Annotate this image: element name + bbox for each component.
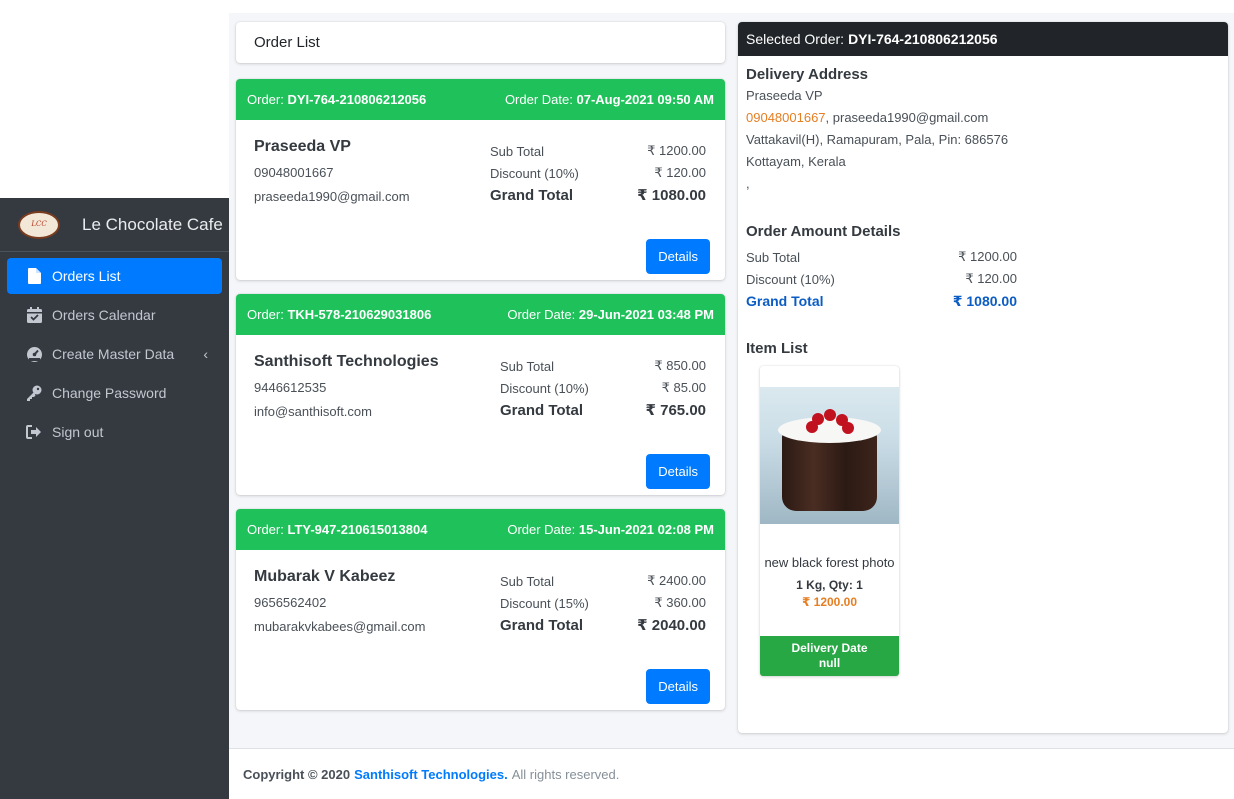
file-icon [25, 268, 43, 284]
item-price: ₹ 1200.00 [801, 595, 858, 609]
order-id: LTY-947-210615013804 [287, 522, 428, 537]
brand-logo: LCC [18, 210, 60, 239]
delivery-address-line1: Vattakavil(H), Ramapuram, Pala, Pin: 686… [746, 132, 1009, 147]
delivery-email: , praseeda1990@gmail.com [825, 110, 989, 125]
customer-name: Santhisoft Technologies [254, 353, 439, 370]
subtotal-row: Sub Total ₹ 2400.00 [500, 573, 706, 589]
order-date-line: Order Date: 07-Aug-2021 09:50 AM [504, 92, 714, 107]
order-date: 29-Jun-2021 03:48 PM [578, 307, 714, 322]
selected-order-header: Selected Order: DYI-764-210806212056 [738, 22, 1228, 56]
order-date: 15-Jun-2021 02:08 PM [578, 522, 714, 537]
order-date: 07-Aug-2021 09:50 AM [576, 92, 714, 107]
subtotal-row: Sub Total ₹ 850.00 [500, 358, 706, 374]
customer-phone: 9656562402 [254, 595, 327, 610]
rights-text: All rights reserved. [511, 766, 620, 782]
details-button[interactable]: Details [646, 669, 710, 704]
selected-order-body: Delivery Address Praseeda VP 09048001667… [738, 56, 1228, 367]
customer-email: mubarakvkabees@gmail.com [254, 619, 426, 634]
grand-total-row: Grand Total ₹ 1080.00 [746, 292, 1017, 310]
sidebar-item-create-master-data[interactable]: Create Master Data ‹ [7, 336, 222, 372]
copyright-text: Copyright © 2020 [243, 766, 351, 782]
order-card-body: Mubarak V Kabeez 9656562402 mubarakvkabe… [236, 550, 725, 710]
order-id: TKH-578-210629031806 [287, 307, 432, 322]
sidebar-item-label: Orders List [52, 268, 121, 284]
sidebar-item-orders-calendar[interactable]: Orders Calendar [7, 297, 222, 333]
sidebar-item-label: Change Password [52, 385, 167, 401]
order-amounts: Sub Total ₹ 850.00 Discount (10%) ₹ 85.00 … [500, 355, 706, 421]
discount-row: Discount (15%) ₹ 360.00 [500, 595, 706, 611]
grand-total-row: Grand Total ₹ 2040.00 [500, 616, 706, 635]
brand-link[interactable]: LCC Le Chocolate Cafe [0, 198, 229, 252]
order-amounts: Sub Total ₹ 1200.00 Discount (10%) ₹ 120.0… [490, 140, 706, 206]
item-quantity: 1 Kg, Qty: 1 [796, 578, 863, 592]
delivery-date-label: Delivery Date [791, 641, 868, 655]
delivery-phone-link[interactable]: 09048001667 [746, 110, 826, 125]
discount-row: Discount (10%) ₹ 120.00 [746, 271, 1017, 287]
sign-out-icon [25, 424, 43, 440]
order-card-header: Order: DYI-764-210806212056 Order Date: … [236, 79, 725, 120]
customer-name: Praseeda VP [254, 138, 351, 155]
delivery-name: Praseeda VP [746, 88, 823, 103]
sidebar-item-label: Orders Calendar [52, 307, 156, 323]
sidebar-item-label: Create Master Data [52, 346, 175, 362]
delivery-address-line2: Kottayam, Kerala [746, 154, 846, 169]
item-name: new black forest photo [764, 555, 895, 570]
order-card-body: Praseeda VP 09048001667 praseeda1990@gma… [236, 120, 725, 280]
discount-row: Discount (10%) ₹ 85.00 [500, 380, 706, 396]
details-button[interactable]: Details [646, 454, 710, 489]
order-list-title: Order List [236, 22, 725, 63]
order-date-line: Order Date: 29-Jun-2021 03:48 PM [507, 307, 714, 322]
order-id-line: Order: DYI-764-210806212056 [247, 92, 427, 107]
discount-row: Discount (10%) ₹ 120.00 [490, 165, 706, 181]
delivery-date-value: null [818, 656, 841, 670]
sidebar-nav: Orders List Orders Calendar Create Maste… [0, 252, 229, 459]
order-id-line: Order: LTY-947-210615013804 [247, 522, 428, 537]
selected-order-panel: Selected Order: DYI-764-210806212056 Del… [738, 22, 1228, 733]
calendar-check-icon [25, 307, 43, 323]
company-link[interactable]: Santhisoft Technologies. [354, 767, 508, 782]
order-amount-title: Order Amount Details [746, 223, 901, 240]
brand-name: Le Chocolate Cafe [82, 214, 223, 234]
subtotal-row: Sub Total ₹ 1200.00 [490, 143, 706, 159]
order-card-header: Order: LTY-947-210615013804 Order Date: … [236, 509, 725, 550]
selected-order-id: DYI-764-210806212056 [848, 31, 998, 47]
sidebar-item-orders-list[interactable]: Orders List [7, 258, 222, 294]
customer-email: praseeda1990@gmail.com [254, 189, 410, 204]
subtotal-row: Sub Total ₹ 1200.00 [746, 249, 1017, 265]
order-amounts: Sub Total ₹ 2400.00 Discount (15%) ₹ 360.0… [500, 570, 706, 636]
item-image [760, 387, 899, 524]
order-id: DYI-764-210806212056 [287, 92, 427, 107]
order-card: Order: TKH-578-210629031806 Order Date: … [236, 294, 725, 495]
item-card[interactable]: new black forest photo 1 Kg, Qty: 1 ₹ 12… [760, 366, 899, 676]
delivery-address-title: Delivery Address [746, 66, 869, 83]
order-id-line: Order: TKH-578-210629031806 [247, 307, 432, 322]
customer-phone: 09048001667 [254, 165, 334, 180]
order-date-line: Order Date: 15-Jun-2021 02:08 PM [507, 522, 714, 537]
order-amount-details: Sub Total ₹ 1200.00 Discount (10%) ₹ 120.0… [746, 246, 1017, 312]
sidebar: LCC Le Chocolate Cafe Orders List Orders… [0, 198, 229, 799]
customer-phone: 9446612535 [254, 380, 327, 395]
key-icon [25, 385, 43, 401]
customer-email: info@santhisoft.com [254, 404, 372, 419]
item-list-title: Item List [746, 340, 808, 357]
order-card-header: Order: TKH-578-210629031806 Order Date: … [236, 294, 725, 335]
order-card-body: Santhisoft Technologies 9446612535 info@… [236, 335, 725, 495]
sidebar-item-label: Sign out [52, 424, 104, 440]
footer: Copyright © 2020 Santhisoft Technologies… [229, 748, 1234, 799]
dashboard-icon [25, 346, 43, 362]
details-button[interactable]: Details [646, 239, 710, 274]
delivery-date-badge: Delivery Date null [760, 636, 899, 676]
order-card: Order: DYI-764-210806212056 Order Date: … [236, 79, 725, 280]
order-card: Order: LTY-947-210615013804 Order Date: … [236, 509, 725, 710]
grand-total-row: Grand Total ₹ 765.00 [500, 401, 706, 420]
chevron-left-icon: ‹ [203, 346, 208, 362]
delivery-contact: 09048001667, praseeda1990@gmail.com [746, 107, 1220, 129]
grand-total-row: Grand Total ₹ 1080.00 [490, 186, 706, 205]
delivery-address-line3: , [746, 176, 750, 191]
customer-name: Mubarak V Kabeez [254, 568, 396, 585]
sidebar-item-change-password[interactable]: Change Password [7, 375, 222, 411]
sidebar-item-sign-out[interactable]: Sign out [7, 414, 222, 450]
